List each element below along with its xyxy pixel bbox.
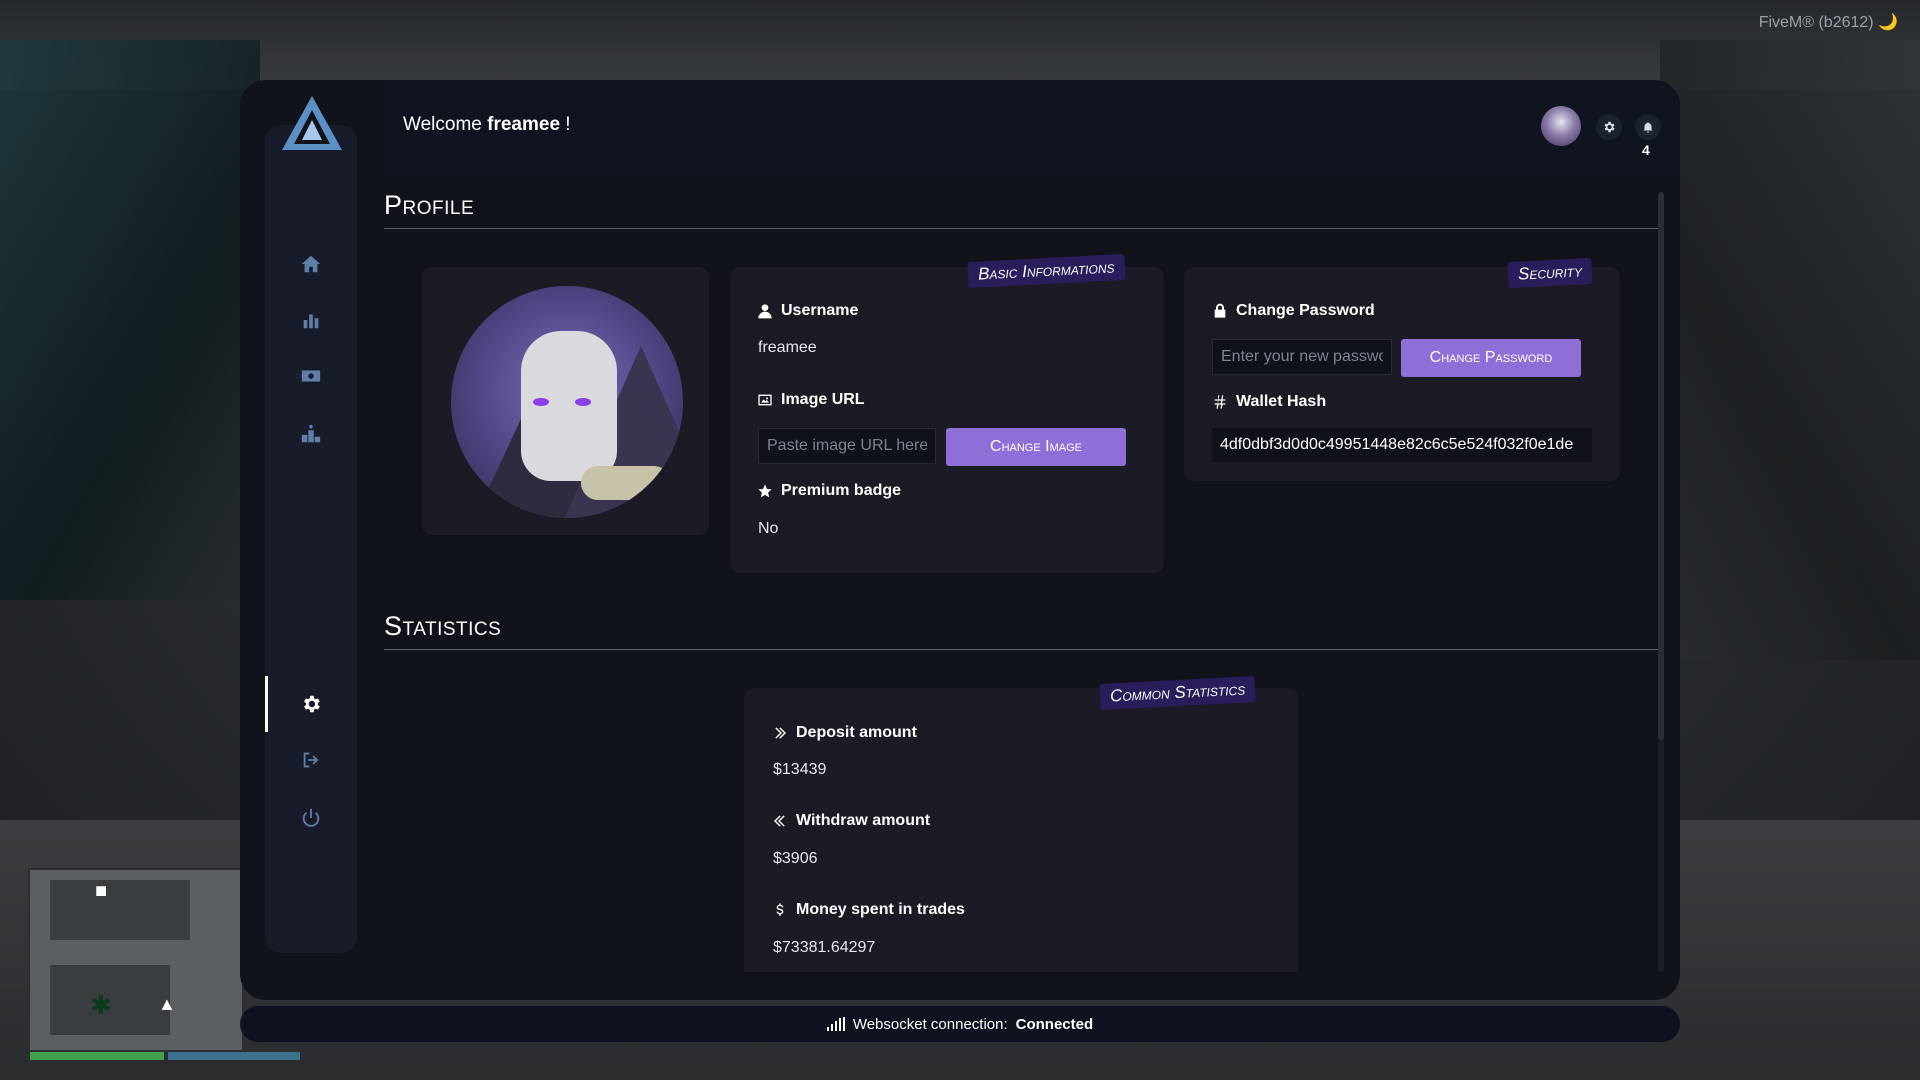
profile-section-title: Profile [384,190,475,220]
briefcase-icon: ■ [95,880,108,902]
user-icon [758,304,772,319]
new-password-input[interactable] [1212,339,1392,375]
change-password-button[interactable]: Change Password [1401,339,1581,377]
sidebar-item-home[interactable] [265,244,357,284]
sign-out-icon [303,752,319,768]
username-label: Username [757,302,858,320]
health-bar [30,1052,164,1060]
deposit-value: $13439 [773,761,827,778]
image-url-input[interactable] [758,428,936,464]
profile-divider [384,228,1658,229]
money-spent-label: Money spent in trades [772,901,965,919]
image-icon [758,394,772,406]
change-password-label: Change Password [1212,302,1375,320]
app-logo [282,96,342,150]
game-background-right [1660,40,1920,660]
premium-badge-value: No [758,520,779,537]
asterisk-icon: ✱ [90,990,112,1020]
game-background-left [0,40,260,600]
image-url-label: Image URL [757,391,865,409]
sidebar-item-settings[interactable] [265,684,357,724]
notification-count: 4 [1642,142,1650,158]
statistics-divider [384,649,1658,650]
armor-bar [168,1052,300,1060]
sidebar-item-money[interactable] [265,356,357,396]
welcome-suffix: ! [565,114,571,135]
wallet-hash-value: 4df0dbf3d0d0c49951448e82c6c5e524f032f0e1… [1212,428,1592,462]
double-chevron-left-icon [774,815,785,827]
bell-icon [1643,122,1653,133]
sidebar-item-stats[interactable] [265,300,357,340]
sidebar-item-logout[interactable] [265,740,357,780]
power-icon [302,808,320,827]
sidebar-item-leaderboard[interactable] [265,414,357,454]
security-tag: Security [1507,257,1593,289]
premium-badge-label: Premium badge [757,482,901,500]
statistics-section-title: Statistics [384,611,502,641]
podium-icon [301,424,321,443]
build-tag: FiveM® (b2612) 🌙 [1758,14,1898,31]
status-bar: Websocket connection: Connected [240,1006,1680,1042]
websocket-status-value: Connected [1015,1015,1094,1033]
welcome-message: Welcome freamee ! [403,114,571,136]
content-scrollbar-thumb[interactable] [1658,192,1664,740]
user-avatar[interactable] [1541,106,1581,146]
game-background-ceiling [0,0,1920,90]
signal-icon [826,1017,845,1031]
top-bar [384,82,1680,174]
hash-icon [1214,395,1226,409]
minimap: ■ ✱ ▲ [28,868,300,1060]
settings-button[interactable] [1596,114,1622,140]
gear-icon [1604,121,1615,133]
double-chevron-right-icon [775,727,786,739]
home-icon [301,255,321,273]
star-icon [758,484,772,498]
profile-avatar-image [451,286,683,518]
money-spent-value: $73381.64297 [773,939,876,956]
welcome-prefix: Welcome [403,114,482,135]
money-icon [301,370,321,382]
sidebar-item-power[interactable] [265,798,357,838]
notifications-button[interactable] [1635,114,1661,140]
dollar-icon [776,903,784,916]
player-arrow-icon: ▲ [158,994,176,1014]
gear-icon [304,695,320,713]
deposit-label: Deposit amount [772,724,917,742]
withdraw-value: $3906 [773,850,818,867]
bar-chart-icon [303,314,319,329]
welcome-username: freamee [487,114,561,135]
withdraw-label: Withdraw amount [772,812,930,830]
lock-icon [1214,303,1226,318]
username-value: freamee [758,339,817,356]
websocket-status-label: Websocket connection: [852,1015,1008,1033]
wallet-hash-label: Wallet Hash [1212,393,1326,411]
change-image-button[interactable]: Change Image [946,428,1126,466]
